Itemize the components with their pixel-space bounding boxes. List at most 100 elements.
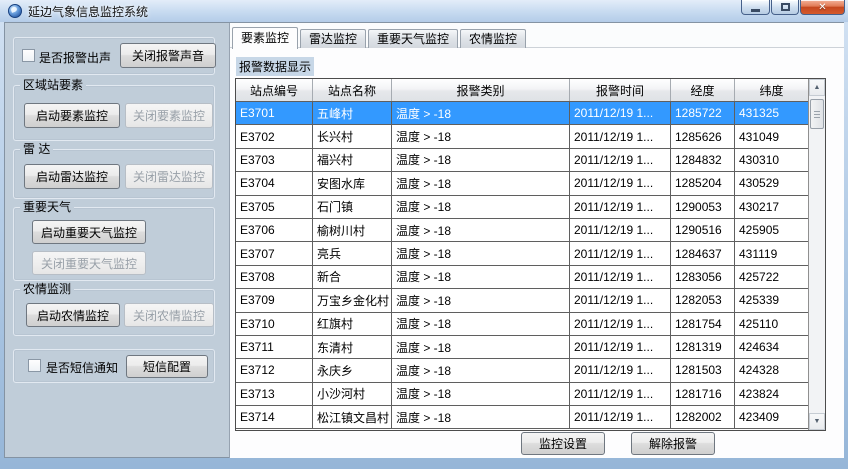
table-cell: 温度 > -18 — [392, 336, 570, 358]
table-row[interactable]: E3709万宝乡金化村温度 > -182011/12/19 1...128205… — [236, 289, 808, 312]
table-cell: 温度 > -18 — [392, 383, 570, 405]
table-cell: E3710 — [236, 313, 313, 335]
table-cell: 425905 — [735, 219, 808, 241]
table-cell: E3704 — [236, 172, 313, 194]
table-row[interactable]: E3706榆树川村温度 > -182011/12/19 1...12905164… — [236, 219, 808, 242]
column-header[interactable]: 报警时间 — [570, 79, 671, 101]
table-cell: 石门镇 — [313, 196, 392, 218]
column-header[interactable]: 报警类别 — [392, 79, 570, 101]
table-scrollbar[interactable]: ▲ ▼ — [808, 79, 825, 430]
column-header[interactable]: 纬度 — [735, 79, 808, 101]
table-cell: E3713 — [236, 383, 313, 405]
column-header[interactable]: 站点名称 — [313, 79, 392, 101]
app-window: { "window": { "title": "延边气象信息监控系统" }, "… — [0, 0, 848, 469]
table-row[interactable]: E3707亮兵温度 > -182011/12/19 1...1284637431… — [236, 242, 808, 265]
table-header: 站点编号站点名称报警类别报警时间经度纬度 — [236, 79, 808, 102]
table-cell: 430310 — [735, 149, 808, 171]
table-row[interactable]: E3705石门镇温度 > -182011/12/19 1...129005343… — [236, 196, 808, 219]
radar-group: 雷 达 启动雷达监控 关闭雷达监控 — [13, 149, 215, 199]
table-row[interactable]: E3703福兴村温度 > -182011/12/19 1...128483243… — [236, 149, 808, 172]
dismiss-alarm-button[interactable]: 解除报警 — [631, 432, 715, 455]
scrollbar-down-button[interactable]: ▼ — [809, 413, 825, 430]
scrollbar-thumb[interactable] — [810, 99, 824, 129]
column-header[interactable]: 经度 — [671, 79, 735, 101]
table-row[interactable]: E3710红旗村温度 > -182011/12/19 1...128175442… — [236, 313, 808, 336]
table-cell: E3706 — [236, 219, 313, 241]
table-cell: E3714 — [236, 406, 313, 428]
close-alarm-sound-button[interactable]: 关闭报警声音 — [120, 43, 216, 68]
tab-element-monitor[interactable]: 要素监控 — [232, 27, 298, 49]
minimize-icon — [751, 9, 760, 12]
sms-notify-checkbox[interactable] — [28, 359, 41, 372]
table-cell: 2011/12/19 1... — [570, 125, 671, 147]
table-row[interactable]: E3701五峰村温度 > -182011/12/19 1...128572243… — [236, 102, 808, 125]
region-elements-group-title: 区域站要素 — [20, 78, 86, 92]
stop-radar-monitor-button[interactable]: 关闭雷达监控 — [125, 164, 213, 189]
table-cell: 温度 > -18 — [392, 289, 570, 311]
table-cell: 榆树川村 — [313, 219, 392, 241]
table-cell: 423409 — [735, 406, 808, 428]
table-cell: 东清村 — [313, 336, 392, 358]
start-agriculture-monitor-button[interactable]: 启动农情监控 — [26, 303, 120, 327]
table-row[interactable]: E3714松江镇文昌村温度 > -182011/12/19 1...128200… — [236, 406, 808, 429]
table-cell: 温度 > -18 — [392, 172, 570, 194]
table-cell: 430529 — [735, 172, 808, 194]
monitor-settings-button[interactable]: 监控设置 — [521, 432, 605, 455]
table-cell: 2011/12/19 1... — [570, 196, 671, 218]
region-elements-group: 区域站要素 启动要素监控 关闭要素监控 — [13, 85, 215, 141]
maximize-icon — [781, 3, 790, 11]
agriculture-group-title: 农情监测 — [20, 282, 74, 296]
table-cell: 1284832 — [671, 149, 735, 171]
table-cell: 温度 > -18 — [392, 242, 570, 264]
table-row[interactable]: E3711东清村温度 > -182011/12/19 1...128131942… — [236, 336, 808, 359]
sms-notify-label: 是否短信通知 — [46, 359, 118, 376]
column-header[interactable]: 站点编号 — [236, 79, 313, 101]
table-cell: 安图水库 — [313, 172, 392, 194]
tab-strip: 要素监控雷达监控重要天气监控农情监控 — [232, 26, 528, 48]
table-cell: 430217 — [735, 196, 808, 218]
sound-alarm-label: 是否报警出声 — [39, 49, 111, 66]
stop-agriculture-monitor-button[interactable]: 关闭农情监控 — [124, 303, 214, 327]
table-cell: 温度 > -18 — [392, 313, 570, 335]
table-row[interactable]: E3708新合温度 > -182011/12/19 1...1283056425… — [236, 266, 808, 289]
table-cell: 2011/12/19 1... — [570, 289, 671, 311]
start-radar-monitor-button[interactable]: 启动雷达监控 — [24, 164, 120, 189]
table-cell: 万宝乡金化村 — [313, 289, 392, 311]
stop-element-monitor-button[interactable]: 关闭要素监控 — [125, 103, 213, 128]
tab-radar-monitor[interactable]: 雷达监控 — [300, 29, 366, 48]
table-cell: 1285626 — [671, 125, 735, 147]
sms-config-button[interactable]: 短信配置 — [126, 355, 208, 378]
table-cell: 温度 > -18 — [392, 149, 570, 171]
close-button[interactable]: ✕ — [800, 0, 845, 15]
table-cell: 小沙河村 — [313, 383, 392, 405]
table-cell: 1281503 — [671, 359, 735, 381]
monitor-panel: 要素监控雷达监控重要天气监控农情监控 报警数据显示 站点编号站点名称报警类别报警… — [229, 23, 844, 458]
table-cell: 松江镇文昌村 — [313, 406, 392, 428]
start-element-monitor-button[interactable]: 启动要素监控 — [24, 103, 120, 128]
table-cell: 431119 — [735, 242, 808, 264]
tab-agriculture-monitor[interactable]: 农情监控 — [460, 29, 526, 48]
agriculture-group: 农情监测 启动农情监控 关闭农情监控 — [13, 289, 215, 336]
radar-group-title: 雷 达 — [20, 142, 53, 156]
table-row[interactable]: E3712永庆乡温度 > -182011/12/19 1...128150342… — [236, 359, 808, 382]
start-weather-monitor-button[interactable]: 启动重要天气监控 — [32, 220, 146, 244]
table-cell: 423824 — [735, 383, 808, 405]
table-row[interactable]: E3713小沙河村温度 > -182011/12/19 1...12817164… — [236, 383, 808, 406]
alarm-grid: 站点编号站点名称报警类别报警时间经度纬度 E3701五峰村温度 > -18201… — [236, 79, 808, 430]
sound-alarm-group: 是否报警出声 关闭报警声音 — [13, 37, 215, 75]
stop-weather-monitor-button[interactable]: 关闭重要天气监控 — [32, 251, 146, 275]
table-cell: 新合 — [313, 266, 392, 288]
scrollbar-up-button[interactable]: ▲ — [809, 79, 825, 96]
tab-severe-weather-monitor[interactable]: 重要天气监控 — [368, 29, 458, 48]
table-row[interactable]: E3704安图水库温度 > -182011/12/19 1...12852044… — [236, 172, 808, 195]
sound-alarm-checkbox[interactable] — [22, 49, 35, 62]
table-cell: 1290516 — [671, 219, 735, 241]
table-cell: 2011/12/19 1... — [570, 219, 671, 241]
title-bar[interactable]: 延边气象信息监控系统 — [0, 0, 848, 22]
minimize-button[interactable] — [741, 0, 770, 15]
table-row[interactable]: E3702长兴村温度 > -182011/12/19 1...128562643… — [236, 125, 808, 148]
table-cell: 1281754 — [671, 313, 735, 335]
table-cell: 永庆乡 — [313, 359, 392, 381]
severe-weather-group: 重要天气 启动重要天气监控 关闭重要天气监控 — [13, 207, 215, 281]
maximize-button[interactable] — [771, 0, 799, 15]
